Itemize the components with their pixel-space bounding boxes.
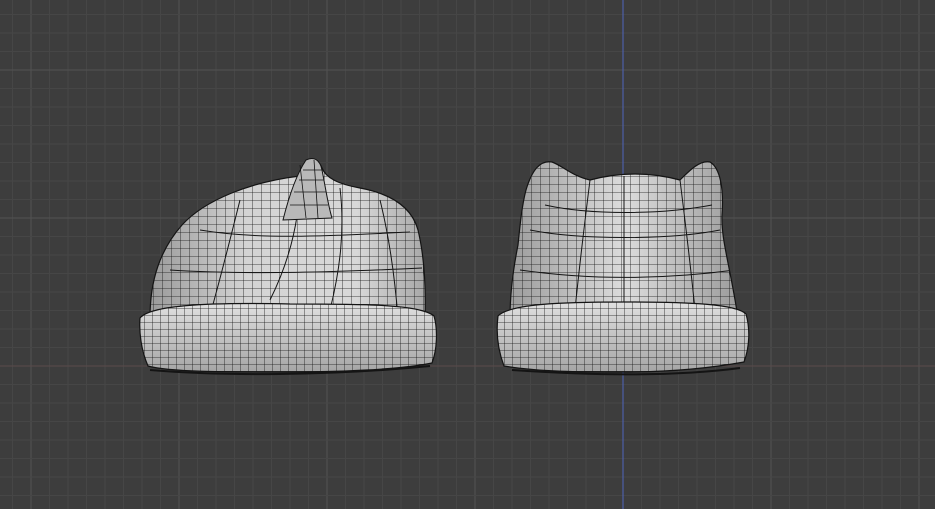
cuff-wireframe: [497, 302, 749, 372]
beanie-front-view[interactable]: [494, 150, 754, 376]
beanie-side-view[interactable]: [136, 150, 440, 376]
3d-viewport[interactable]: [0, 0, 935, 509]
cuff-wireframe: [139, 303, 437, 372]
